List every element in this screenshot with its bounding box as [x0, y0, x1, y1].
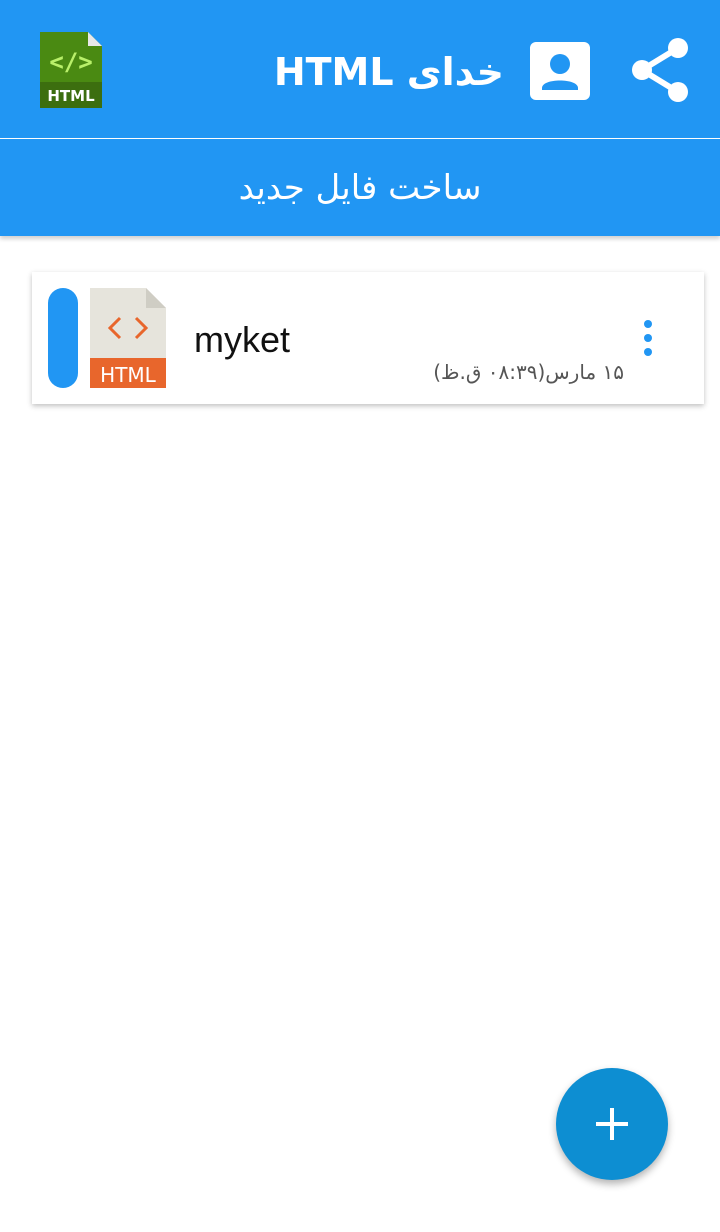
more-vert-icon	[644, 320, 652, 328]
plus-icon	[596, 1108, 628, 1140]
file-icon-text: HTML	[100, 363, 157, 387]
create-file-button[interactable]: ساخت فایل جدید	[0, 139, 720, 236]
share-button[interactable]	[626, 34, 694, 106]
app-bar: </> HTML خدای HTML	[0, 0, 720, 138]
add-file-fab[interactable]	[556, 1068, 668, 1180]
list-item[interactable]: HTML myket ۱۵ مارس(۰۸:۳۹ ق.ظ)	[32, 272, 704, 404]
more-options-button[interactable]	[636, 316, 660, 360]
app-root: </> HTML خدای HTML ساخت فایل جدید HTML m…	[0, 0, 720, 1232]
account-box-icon	[530, 42, 590, 100]
html-file-icon: HTML	[90, 288, 166, 388]
file-accent-bar	[48, 288, 78, 388]
logo-text: HTML	[47, 87, 95, 105]
profile-button[interactable]	[528, 40, 592, 102]
share-icon	[632, 38, 688, 102]
create-file-label: ساخت فایل جدید	[238, 167, 482, 208]
app-logo-icon: </> HTML	[38, 30, 104, 110]
file-name: myket	[194, 319, 291, 360]
file-date: ۱۵ مارس(۰۸:۳۹ ق.ظ)	[433, 360, 624, 384]
app-title: خدای HTML	[273, 50, 504, 94]
logo-glyph: </>	[49, 48, 92, 76]
